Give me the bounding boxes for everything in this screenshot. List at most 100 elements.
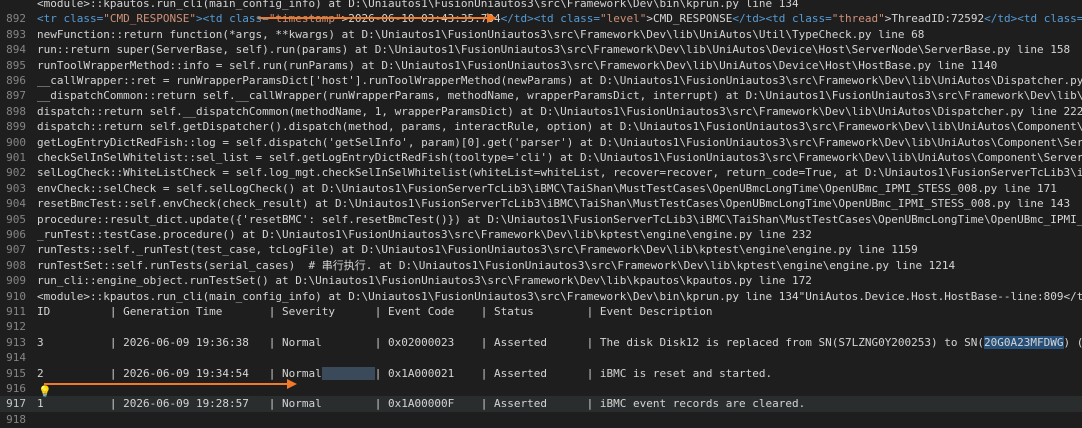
code-token: resetBmcTest::self.envCheck(check_result… [37, 197, 1071, 211]
code-token: runToolWrapperMethod::info = self.run(ru… [37, 58, 998, 72]
line-content: _runTest::testCase.procedure() at D:\Uni… [37, 227, 1082, 243]
code-line[interactable]: 917 1 | 2026-06-09 19:28:57 | Normal | 0x… [0, 396, 1082, 413]
line-number: 913 [6, 335, 26, 349]
line-content: ID | Generation Time | Severity | Event … [37, 304, 1082, 320]
line-number: 916 [6, 382, 26, 395]
lightbulb-icon[interactable]: 💡 [38, 386, 52, 398]
line-content: 3 | 2026-06-09 19:36:38 | Normal | 0x020… [37, 335, 1082, 351]
code-token: 1 | 2026-06-09 19:28:57 | Normal | 0x1A0… [37, 397, 806, 411]
line-number: 909 [6, 274, 26, 288]
line-number: 914 [6, 351, 26, 365]
code-token: >ThreadID:72592 [884, 12, 985, 26]
code-line[interactable]: 912 [0, 319, 1082, 335]
code-token: >CMD_RESPONSE [646, 12, 733, 26]
line-number: 898 [6, 104, 26, 118]
line-content: runTestSet::self.runTests(serial_cases) … [37, 258, 1082, 274]
line-content: 1 | 2026-06-09 19:28:57 | Normal | 0x1A0… [37, 396, 1082, 412]
code-line[interactable]: 900 getLogEntryDictRedFish::log = self.di… [0, 135, 1082, 151]
code-token: <module>::kpautos.run_cli(main_config_in… [37, 289, 1082, 303]
line-content: <module>::kpautos.run_cli(main_config_in… [37, 0, 1082, 12]
line-content: resetBmcTest::self.envCheck(check_result… [37, 196, 1082, 212]
code-line[interactable]: 905 procedure::result_dict.update({'reset… [0, 212, 1082, 228]
line-content: 2 | 2026-06-09 19:34:54 | Normal | 0x1A0… [37, 366, 1082, 382]
line-number: 907 [6, 243, 26, 257]
code-token: | 0x1A000021 | Asserted | iBMC is reset … [374, 366, 773, 380]
line-number: 893 [6, 27, 26, 41]
annotation-arrow-timestamp [258, 13, 497, 23]
code-line[interactable]: 913 3 | 2026-06-09 19:36:38 | Normal | 0x… [0, 335, 1082, 351]
line-number: 900 [6, 135, 26, 149]
code-token: getLogEntryDictRedFish::log = self.dispa… [37, 135, 1082, 149]
line-content: checkSelInSelWhitelist::sel_list = self.… [37, 150, 1082, 166]
code-token: <module>::kpautos.run_cli(main_config_in… [37, 0, 799, 10]
line-number: 896 [6, 74, 26, 87]
line-number: 904 [6, 197, 26, 211]
line-number: 905 [6, 212, 26, 226]
line-number: 912 [6, 320, 26, 334]
code-line[interactable]: 896 __callWrapper::ret = runWrapperParams… [0, 73, 1082, 89]
code-line[interactable]: 899 dispatch::return self.getDispatcher()… [0, 119, 1082, 135]
code-line[interactable]: 894 run::return super(ServerBase, self).r… [0, 42, 1082, 58]
code-token: ID | Generation Time | Severity | Event … [37, 305, 713, 318]
code-token: newFunction::return function(*args, **kw… [37, 27, 925, 41]
line-content: dispatch::return self.getDispatcher().di… [37, 119, 1082, 135]
line-number: 894 [6, 43, 26, 57]
code-token: </td><td class= [500, 12, 600, 26]
code-line[interactable]: 897 __dispatchCommon::return self.__callW… [0, 88, 1082, 104]
line-content: <tr class="CMD_RESPONSE"><td class="time… [37, 11, 1082, 27]
code-token: dispatch::return self.getDispatcher().di… [37, 120, 1082, 134]
code-line[interactable]: 904 resetBmcTest::self.envCheck(check_res… [0, 196, 1082, 212]
line-number: 897 [6, 89, 26, 103]
code-editor[interactable]: <module>::kpautos.run_cli(main_config_in… [0, 0, 1082, 428]
code-line[interactable]: 901 checkSelInSelWhitelist::sel_list = se… [0, 150, 1082, 166]
code-token: 20G0A23MFDWG [984, 335, 1064, 349]
line-number: 917 [6, 397, 26, 411]
line-content: procedure::result_dict.update({'resetBMC… [37, 212, 1082, 228]
code-token: 3 | 2026-06-09 19:36:38 | Normal | 0x020… [37, 335, 985, 349]
code-line[interactable]: 911 ID | Generation Time | Severity | Eve… [0, 304, 1082, 320]
code-line[interactable]: 898 dispatch::return self.__dispatchCommo… [0, 104, 1082, 120]
code-line[interactable]: 892 <tr class="CMD_RESPONSE"><td class="t… [0, 11, 1082, 27]
code-token: <tr class= [37, 12, 104, 26]
code-token: __callWrapper::ret = runWrapperParamsDic… [37, 74, 1082, 87]
code-token: 2 | 2026-06-09 19:34:54 | Normal [37, 366, 322, 380]
code-token: selLogCheck::WhiteListCheck = self.log_m… [37, 166, 1082, 180]
line-number: 901 [6, 151, 26, 164]
code-token [321, 366, 375, 380]
line-number: 915 [6, 366, 26, 380]
code-line[interactable]: 902 selLogCheck::WhiteListCheck = self.lo… [0, 165, 1082, 181]
code-line[interactable]: 918 [0, 412, 1082, 428]
line-number: 892 [6, 12, 26, 26]
line-number: 911 [6, 305, 26, 318]
line-content: getLogEntryDictRedFish::log = self.dispa… [37, 135, 1082, 151]
line-content: <module>::kpautos.run_cli(main_config_in… [37, 289, 1082, 305]
code-token: run::return super(ServerBase, self).run(… [37, 43, 1071, 57]
code-token: _runTest::testCase.procedure() at D:\Uni… [37, 228, 812, 241]
code-token: "CMD_RESPONSE" [103, 12, 196, 26]
line-number: 895 [6, 58, 26, 72]
code-line[interactable]: 914 [0, 350, 1082, 366]
code-token: __dispatchCommon::return self.__callWrap… [37, 89, 1082, 103]
code-line[interactable]: 909 run_cli::engine_object.runTestSet() a… [0, 273, 1082, 289]
line-content: run_cli::engine_object.runTestSet() at D… [37, 273, 1082, 289]
line-number: 910 [6, 289, 26, 303]
code-line[interactable]: 908 runTestSet::self.runTests(serial_case… [0, 258, 1082, 274]
line-number: 899 [6, 120, 26, 134]
line-number: 918 [6, 412, 26, 426]
code-line[interactable]: 907 runTests::self._runTest(test_case, tc… [0, 242, 1082, 258]
code-token: "level" [599, 12, 647, 26]
code-line[interactable]: 915 2 | 2026-06-09 19:34:54 | Normal | 0x… [0, 366, 1082, 382]
line-number: 908 [6, 258, 26, 272]
code-line[interactable]: 893 newFunction::return function(*args, *… [0, 27, 1082, 43]
code-line[interactable]: 910 <module>::kpautos.run_cli(main_config… [0, 289, 1082, 305]
code-line[interactable]: 895 runToolWrapperMethod::info = self.run… [0, 58, 1082, 74]
code-line[interactable]: 903 envCheck::selCheck = self.selLogCheck… [0, 181, 1082, 197]
line-content: dispatch::return self.__dispatchCommon(m… [37, 104, 1082, 120]
code-line[interactable]: <module>::kpautos.run_cli(main_config_in… [0, 0, 1082, 12]
code-line[interactable]: 906 _runTest::testCase.procedure() at D:\… [0, 227, 1082, 243]
code-token: procedure::result_dict.update({'resetBMC… [37, 212, 1082, 226]
line-content: envCheck::selCheck = self.selLogCheck() … [37, 181, 1082, 197]
line-number: 903 [6, 181, 26, 195]
line-content: newFunction::return function(*args, **kw… [37, 27, 1082, 43]
annotation-arrow-reset-event [44, 379, 297, 389]
